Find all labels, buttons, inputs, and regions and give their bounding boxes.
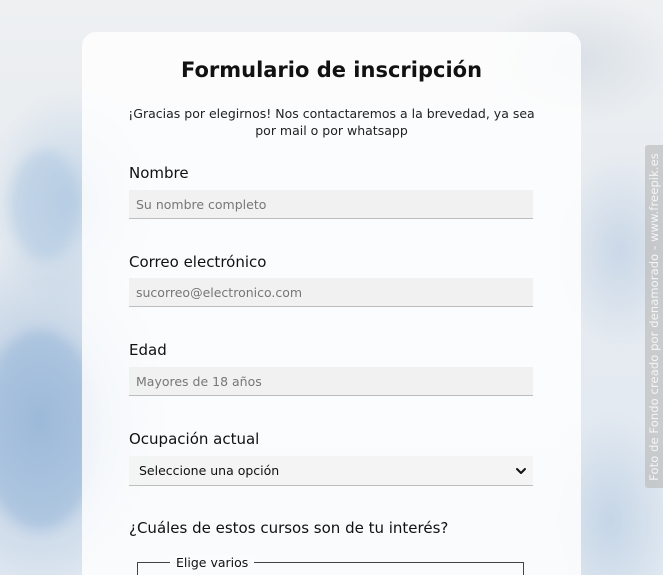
occupation-select-value: Seleccione una opción xyxy=(139,463,280,478)
courses-question: ¿Cuáles de estos cursos son de tu interé… xyxy=(129,519,449,537)
email-input[interactable] xyxy=(129,278,533,307)
photo-credit-text: Foto de Fondo creado por denamorado - ww… xyxy=(647,152,661,481)
chevron-down-icon xyxy=(515,465,527,477)
occupation-label: Ocupación actual xyxy=(129,430,260,448)
name-label: Nombre xyxy=(129,164,189,182)
form-title: Formulario de inscripción xyxy=(180,58,483,82)
email-label: Correo electrónico xyxy=(129,253,267,271)
age-input[interactable] xyxy=(129,367,533,396)
form-subtitle: ¡Gracias por elegirnos! Nos contactaremo… xyxy=(128,106,535,138)
age-label: Edad xyxy=(129,341,167,359)
photo-credit-watermark[interactable]: Foto de Fondo creado por denamorado - ww… xyxy=(645,145,663,488)
courses-legend: Elige varios xyxy=(170,555,255,570)
name-input[interactable] xyxy=(129,190,533,219)
background-stain xyxy=(10,150,80,260)
occupation-select[interactable]: Seleccione una opción xyxy=(129,456,533,486)
